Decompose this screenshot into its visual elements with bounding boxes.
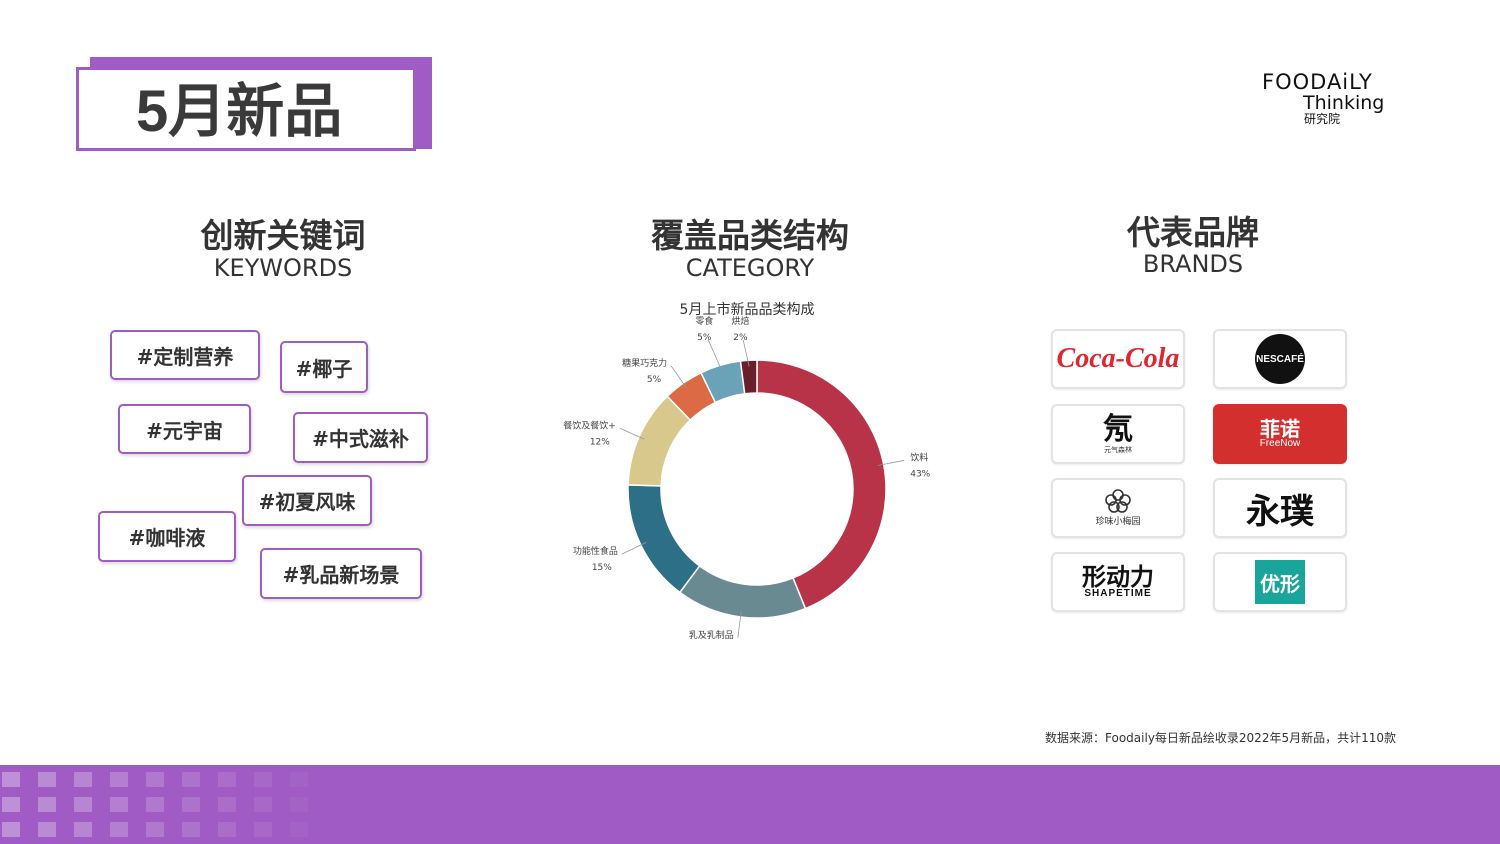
- brand-logo-zhenwei: 珍味小梅园: [1095, 489, 1141, 527]
- footer-pattern-square: [290, 797, 308, 812]
- brand-logo-shapetime-mark: 形动力: [1082, 563, 1154, 591]
- category-title: 覆盖品类结构: [651, 216, 849, 255]
- footer-pattern-square: [254, 772, 272, 787]
- brand-logo-zhenwei-text: 珍味小梅园: [1095, 517, 1141, 527]
- keyword-tag: #椰子: [280, 341, 368, 393]
- slice-label: 乳及乳制品: [689, 629, 734, 641]
- keywords-subtitle: KEYWORDS: [213, 254, 353, 282]
- footer-pattern-square: [2, 822, 20, 837]
- footer-pattern-square: [290, 822, 308, 837]
- footer-pattern-square: [146, 797, 164, 812]
- footer-pattern-square: [110, 797, 128, 812]
- category-subtitle: CATEGORY: [685, 254, 815, 282]
- leader-line: [670, 365, 687, 389]
- keyword-tag: #定制营养: [110, 330, 260, 380]
- footer-pattern-square: [254, 797, 272, 812]
- footer-pattern-square: [290, 772, 308, 787]
- footer-pattern-square: [182, 822, 200, 837]
- slice-label: 烘焙: [731, 315, 749, 327]
- keyword-tag: #初夏风味: [242, 475, 372, 526]
- footer-pattern-square: [146, 772, 164, 787]
- brand-logo-genki-forest-mark: 氖: [1103, 411, 1133, 447]
- brand-card-coca-cola: Coca-Cola: [1051, 329, 1185, 389]
- brands-subtitle: BRANDS: [1142, 250, 1244, 278]
- youxing-badge-icon: 优形: [1255, 560, 1305, 604]
- slice-label: 餐饮及餐饮+: [563, 419, 616, 431]
- plum-blossom-icon: [1105, 489, 1131, 513]
- brand-logo-freenow-mark: 菲诺: [1259, 417, 1300, 441]
- donut-slice: [756, 359, 887, 610]
- footer-pattern-square: [38, 797, 56, 812]
- slice-label: 功能性食品: [573, 545, 618, 557]
- logo-line2: Thinking: [1303, 92, 1385, 114]
- logo-line1: FOODAiLY: [1262, 70, 1373, 94]
- slice-percent-label: 2%: [733, 333, 748, 343]
- footer-pattern-square: [110, 772, 128, 787]
- chart-title: 5月上市新品品类构成: [680, 301, 815, 318]
- page-title: 5月新品: [76, 67, 416, 151]
- brand-card-genki-forest: 氖 元气森林: [1051, 404, 1185, 464]
- footer-band: [0, 765, 1500, 844]
- brand-logo-freenow-sub: FreeNow: [1259, 438, 1301, 449]
- keyword-tag: #乳品新场景: [260, 548, 422, 599]
- data-source-note: 数据来源：Foodaily每日新品绘收录2022年5月新品，共计110款: [1045, 731, 1396, 745]
- donut-slice: [627, 484, 701, 594]
- brand-logo-youxing: 优形: [1260, 571, 1300, 596]
- slice-label: 饮料: [910, 451, 928, 463]
- brand-logo-genki-forest-sub: 元气森林: [1104, 445, 1132, 454]
- slice-label: 糖果巧克力: [622, 357, 667, 369]
- footer-pattern-square: [218, 822, 236, 837]
- slice-percent-label: 43%: [910, 469, 930, 479]
- slice-percent-label: 5%: [697, 333, 712, 343]
- footer-pattern-square: [110, 822, 128, 837]
- footer-pattern-square: [182, 772, 200, 787]
- brand-logo-genki-forest: 氖 元气森林: [1103, 411, 1133, 454]
- footer-pattern-square: [218, 772, 236, 787]
- brand-card-nescafe: NESCAFÉ: [1213, 329, 1347, 389]
- brand-logo-coca-cola: Coca-Cola: [1056, 343, 1180, 374]
- footer-pattern-square: [146, 822, 164, 837]
- keyword-tag: #中式滋补: [293, 412, 428, 463]
- brand-card-freenow: 菲诺 FreeNow: [1213, 404, 1347, 464]
- donut-slice: [678, 564, 807, 619]
- footer-pattern-square: [38, 822, 56, 837]
- footer-pattern-square: [254, 822, 272, 837]
- slice-percent-label: 15%: [592, 563, 612, 573]
- foodaily-logo: FOODAiLY Thinking 研究院: [1262, 70, 1402, 130]
- nescafe-badge-icon: NESCAFÉ: [1255, 334, 1305, 384]
- donut-svg: 5月上市新品品类构成饮料43%乳及乳制品16%功能性食品15%餐饮及餐饮+12%…: [563, 301, 930, 641]
- brands-title: 代表品牌: [1127, 213, 1259, 252]
- slice-percent-label: 12%: [590, 437, 610, 447]
- slice-percent-label: 5%: [647, 375, 662, 385]
- keyword-tag: #咖啡液: [98, 511, 236, 562]
- footer-pattern-square: [2, 797, 20, 812]
- brand-logo-yongpu: 永璞: [1246, 491, 1314, 532]
- brand-logo-nescafe: NESCAFÉ: [1256, 353, 1304, 365]
- footer-pattern-square: [182, 797, 200, 812]
- brand-card-zhenwei: 珍味小梅园: [1051, 478, 1185, 538]
- logo-line3: 研究院: [1304, 112, 1341, 126]
- footer-pattern-square: [74, 772, 92, 787]
- footer-pattern-square: [74, 797, 92, 812]
- brand-card-shapetime: 形动力 SHAPETIME: [1051, 552, 1185, 612]
- footer-pattern-square: [2, 772, 20, 787]
- brand-card-youxing: 优形: [1213, 552, 1347, 612]
- category-donut-chart: 5月上市新品品类构成饮料43%乳及乳制品16%功能性食品15%餐饮及餐饮+12%…: [540, 296, 960, 646]
- brand-logo-shapetime: 形动力 SHAPETIME: [1082, 565, 1154, 599]
- footer-pattern-square: [218, 797, 236, 812]
- footer-pattern-square: [38, 772, 56, 787]
- slice-label: 零食: [695, 315, 713, 327]
- keyword-tag: #元宇宙: [118, 404, 251, 454]
- brand-card-yongpu: 永璞: [1213, 478, 1347, 538]
- brand-logo-freenow: 菲诺 FreeNow: [1260, 419, 1301, 449]
- brand-logo-shapetime-sub: SHAPETIME: [1084, 588, 1152, 599]
- keywords-title: 创新关键词: [200, 216, 366, 255]
- footer-pattern-square: [74, 822, 92, 837]
